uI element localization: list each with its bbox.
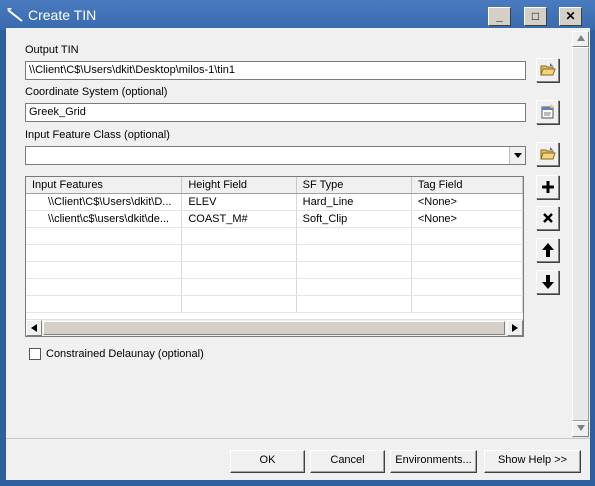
table-cell[interactable]: <None> [411,193,523,211]
title-bar[interactable]: Create TIN _ □ ✕ [0,0,595,30]
tin-tool-icon [6,7,24,23]
input-feature-class-label: Input Feature Class (optional) [25,129,170,141]
output-tin-label: Output TIN [25,44,79,56]
cancel-button[interactable]: Cancel [310,450,385,473]
table-row[interactable]: \\Client\C$\Users\dkit\D... ELEV Hard_Li… [26,193,523,211]
empty-row[interactable] [26,261,523,279]
window-title: Create TIN [28,7,97,23]
empty-row[interactable] [26,227,523,245]
input-feature-class-browse-button[interactable] [536,142,559,166]
scroll-right-button[interactable] [507,320,523,336]
dialog-footer: OK Cancel Environments... Show Help >> [6,438,590,480]
chevron-down-icon [514,153,522,158]
empty-row[interactable] [26,244,523,262]
chevron-up-icon [577,35,585,41]
table-header-row: Input Features Height Field SF Type Tag … [26,177,523,194]
table-cell[interactable]: <None> [411,210,523,228]
x-icon [543,213,553,223]
ok-button[interactable]: OK [230,450,305,473]
spatial-reference-properties-icon [541,104,554,119]
scroll-left-button[interactable] [26,320,42,336]
constrained-delaunay-label[interactable]: Constrained Delaunay (optional) [46,348,204,361]
environments-button[interactable]: Environments... [390,450,477,473]
dialog-window: Create TIN _ □ ✕ Output TIN \\Client\C$\… [0,0,595,486]
plus-icon [542,181,554,193]
table-cell[interactable]: \\client\c$\users\dkit\de... [26,210,183,228]
arrow-up-icon [542,243,554,257]
input-features-table[interactable]: Input Features Height Field SF Type Tag … [25,176,524,337]
maximize-button[interactable]: □ [524,7,547,26]
chevron-down-icon [577,425,585,431]
minimize-button[interactable]: _ [488,7,511,26]
coordinate-system-field[interactable]: Greek_Grid [25,103,526,122]
column-header-input-features[interactable]: Input Features [26,177,183,194]
input-feature-class-dropdown[interactable] [25,146,526,165]
table-row[interactable]: \\client\c$\users\dkit\de... COAST_M# So… [26,210,523,228]
add-row-button[interactable] [536,175,559,199]
chevron-left-icon [31,324,37,332]
chevron-right-icon [512,324,518,332]
show-help-button[interactable]: Show Help >> [484,450,581,473]
empty-row[interactable] [26,295,523,313]
move-down-button[interactable] [536,270,559,294]
coordinate-system-properties-button[interactable] [536,100,559,124]
coordinate-system-label: Coordinate System (optional) [25,86,168,98]
scroll-down-button[interactable] [572,421,589,437]
table-cell[interactable]: Hard_Line [296,193,412,211]
table-cell[interactable]: \\Client\C$\Users\dkit\D... [26,193,183,211]
column-header-sf-type[interactable]: SF Type [296,177,412,194]
column-header-tag-field[interactable]: Tag Field [411,177,523,194]
table-cell[interactable]: Soft_Clip [296,210,412,228]
dropdown-arrow-button[interactable] [509,147,525,164]
close-button[interactable]: ✕ [559,7,582,26]
scroll-up-button[interactable] [572,31,589,47]
constrained-delaunay-checkbox[interactable] [29,348,41,360]
vertical-scroll-thumb[interactable] [572,47,589,421]
move-up-button[interactable] [536,238,559,262]
empty-row[interactable] [26,278,523,296]
open-folder-icon [540,147,556,160]
arrow-down-icon [542,275,554,289]
output-tin-browse-button[interactable] [536,58,559,82]
remove-row-button[interactable] [536,206,559,230]
horizontal-scroll-thumb[interactable] [43,321,505,335]
horizontal-scrollbar[interactable] [26,319,523,336]
column-header-height-field[interactable]: Height Field [181,177,297,194]
table-cell[interactable]: COAST_M# [181,210,297,228]
open-folder-icon [540,63,556,76]
dialog-body: Output TIN \\Client\C$\Users\dkit\Deskto… [6,28,590,480]
table-cell[interactable]: ELEV [181,193,297,211]
output-tin-field[interactable]: \\Client\C$\Users\dkit\Desktop\milos-1\t… [25,61,526,80]
vertical-scrollbar[interactable] [572,31,589,438]
